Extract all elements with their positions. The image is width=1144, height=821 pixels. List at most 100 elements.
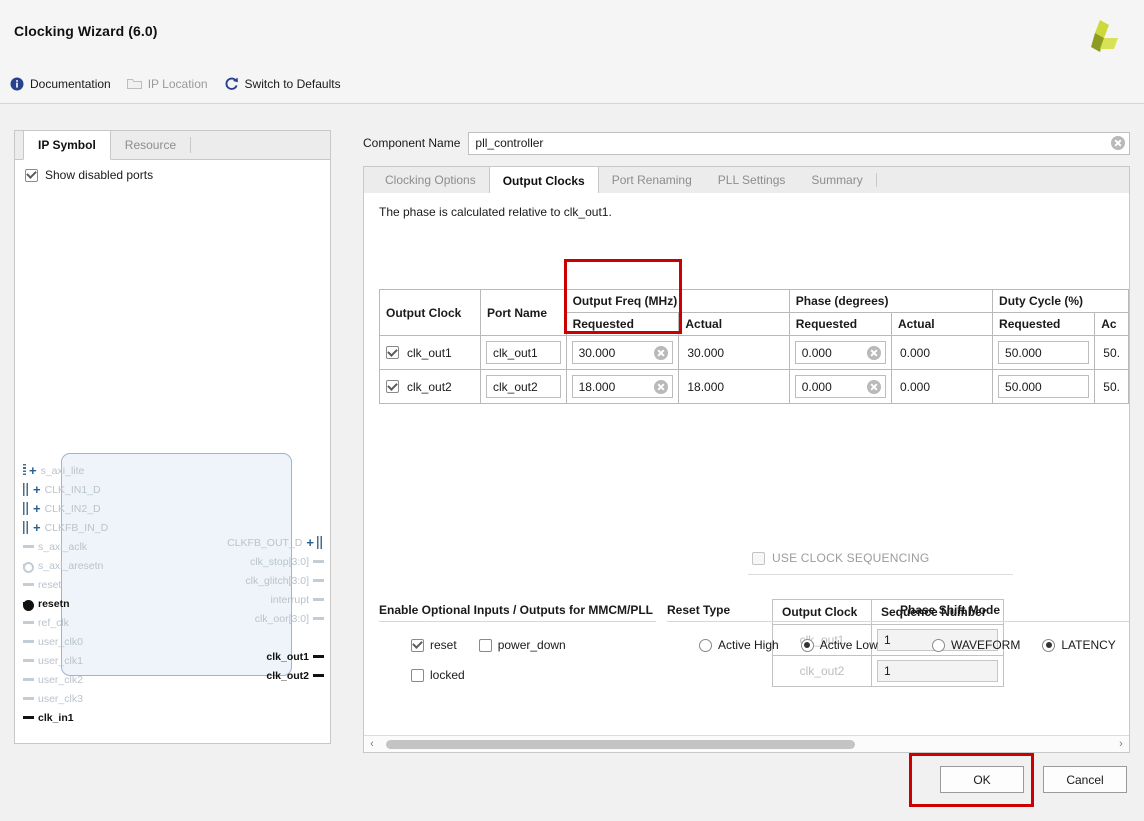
subcol-duty-actual: Ac <box>1094 312 1129 336</box>
port-clk-in1-d[interactable]: + CLK_IN1_D <box>23 480 101 499</box>
reset-type-active-high[interactable]: Active High <box>699 638 779 652</box>
clear-icon[interactable] <box>654 345 669 360</box>
seq-cell-number[interactable]: 1 <box>871 655 1004 687</box>
list-item: clk_out2 1 <box>772 655 1004 687</box>
cell-freq-requested[interactable]: 18.000 <box>565 369 680 404</box>
port-ref-clk[interactable]: ref_clk <box>23 613 69 632</box>
reset-type-active-high-radio[interactable] <box>699 638 712 652</box>
option-power-down-checkbox[interactable] <box>478 638 492 652</box>
bus-port-connector[interactable]: + <box>23 483 41 496</box>
option-locked[interactable]: locked <box>411 668 465 682</box>
phase-shift-latency[interactable]: LATENCY <box>1042 638 1116 652</box>
use-clock-sequencing-checkbox[interactable] <box>752 551 765 565</box>
cell-output-clock[interactable]: clk_out2 <box>379 369 481 404</box>
scroll-right-arrow[interactable]: › <box>1113 736 1129 753</box>
clear-icon[interactable] <box>1111 136 1125 150</box>
tab-summary[interactable]: Summary <box>798 167 875 193</box>
expand-icon[interactable]: + <box>33 483 41 496</box>
col-phase-group: Phase (degrees) <box>788 289 994 313</box>
cancel-button[interactable]: Cancel <box>1043 766 1127 793</box>
toolbar-item-switch-to-defaults[interactable]: Switch to Defaults <box>224 76 341 91</box>
scrollbar-thumb[interactable] <box>386 739 856 749</box>
option-power-down[interactable]: power_down <box>478 638 566 652</box>
toolbar-item-ip-location[interactable]: IP Location <box>126 77 208 91</box>
expand-icon[interactable]: + <box>33 502 41 515</box>
tab-port-renaming[interactable]: Port Renaming <box>599 167 705 193</box>
port-user-clk0[interactable]: user_clk0 <box>23 632 83 651</box>
port-user-clk3[interactable]: user_clk3 <box>23 689 83 708</box>
port-clk-oor-3-0-[interactable]: clk_oor[3:0] <box>255 609 324 628</box>
cell-output-clock[interactable]: clk_out1 <box>379 335 481 370</box>
bus-port-connector[interactable]: + <box>23 502 41 515</box>
show-disabled-ports-row[interactable]: Show disabled ports <box>25 168 153 182</box>
reset-type-active-low[interactable]: Active Low <box>800 638 878 652</box>
bus-port-connector[interactable]: + <box>23 521 41 534</box>
bus-port-connector[interactable]: + <box>23 464 37 477</box>
use-clock-sequencing-row[interactable]: USE CLOCK SEQUENCING <box>752 551 929 565</box>
phase-requested-input[interactable]: 0.000 <box>794 375 886 398</box>
tab-ip-symbol[interactable]: IP Symbol <box>23 131 111 160</box>
port-clkfb-out-d[interactable]: + CLKFB_OUT_D <box>227 533 324 552</box>
clear-icon[interactable] <box>866 379 881 394</box>
cell-port-name[interactable]: clk_out2 <box>479 369 567 404</box>
reset-type-active-low-radio[interactable] <box>800 638 814 652</box>
freq-requested-input[interactable]: 18.000 <box>571 375 674 398</box>
cell-phase-requested[interactable]: 0.000 <box>788 369 892 404</box>
tab-output-clocks[interactable]: Output Clocks <box>488 167 599 194</box>
tab-clocking-options[interactable]: Clocking Options <box>372 167 489 193</box>
phase-shift-waveform[interactable]: WAVEFORM <box>932 638 1020 652</box>
expand-icon[interactable]: + <box>29 464 37 477</box>
port-clk-in1[interactable]: clk_in1 <box>23 708 74 727</box>
cell-phase-requested[interactable]: 0.000 <box>788 335 892 370</box>
port-clk-out1[interactable]: clk_out1 <box>266 647 324 666</box>
component-name-input[interactable]: pll_controller <box>468 131 1130 155</box>
port-name-input[interactable]: clk_out1 <box>485 341 561 364</box>
bus-port-connector[interactable]: + <box>306 536 324 549</box>
scrollbar-track[interactable] <box>380 736 1113 753</box>
toolbar-item-documentation[interactable]: Documentation <box>10 77 111 91</box>
port-clk-out2[interactable]: clk_out2 <box>266 666 324 685</box>
duty-requested-input[interactable]: 50.000 <box>998 341 1090 364</box>
cell-duty-requested[interactable]: 50.000 <box>992 335 1096 370</box>
port-clk-stop-3-0-[interactable]: clk_stop[3:0] <box>250 552 324 571</box>
freq-requested-input[interactable]: 30.000 <box>571 341 674 364</box>
port-clk-in2-d[interactable]: + CLK_IN2_D <box>23 499 101 518</box>
horizontal-scrollbar[interactable]: ‹ › <box>364 735 1129 752</box>
option-locked-checkbox[interactable] <box>411 668 424 682</box>
clear-icon[interactable] <box>866 345 881 360</box>
clock-enable-checkbox[interactable] <box>386 380 399 393</box>
expand-icon[interactable]: + <box>33 521 41 534</box>
phase-shift-latency-radio[interactable] <box>1042 638 1056 652</box>
clear-icon[interactable] <box>654 379 669 394</box>
tab-pll-settings[interactable]: PLL Settings <box>705 167 799 193</box>
reset-type-active-low-label: Active Low <box>819 638 878 652</box>
port-interrupt[interactable]: interrupt <box>270 590 324 609</box>
tab-resource[interactable]: Resource <box>111 131 190 159</box>
phase-shift-waveform-radio[interactable] <box>932 638 945 652</box>
scroll-left-arrow[interactable]: ‹ <box>364 736 380 753</box>
port-reset[interactable]: reset <box>23 575 61 594</box>
port-clkfb-in-d[interactable]: + CLKFB_IN_D <box>23 518 108 537</box>
cell-port-name[interactable]: clk_out1 <box>479 335 567 370</box>
port-label: resetn <box>38 597 70 610</box>
port-s-axi-lite[interactable]: + s_axi_lite <box>23 461 84 480</box>
duty-requested-input[interactable]: 50.000 <box>998 375 1090 398</box>
port-s-axi-aclk[interactable]: s_axi_aclk <box>23 537 87 556</box>
port-name-input[interactable]: clk_out2 <box>485 375 561 398</box>
show-disabled-ports-checkbox[interactable] <box>25 168 38 182</box>
option-reset-checkbox[interactable] <box>411 638 424 652</box>
port-user-clk1[interactable]: user_clk1 <box>23 651 83 670</box>
sequence-number-input[interactable]: 1 <box>877 660 998 682</box>
clock-enable-checkbox[interactable] <box>386 346 399 359</box>
phase-requested-input[interactable]: 0.000 <box>794 341 886 364</box>
port-s-axi-aresetn[interactable]: s_axi_aresetn <box>23 556 103 575</box>
option-reset[interactable]: reset <box>411 638 457 652</box>
port-resetn[interactable]: resetn <box>23 594 70 613</box>
cell-freq-requested[interactable]: 30.000 <box>565 335 680 370</box>
port-clk-glitch-3-0-[interactable]: clk_glitch[3:0] <box>245 571 324 590</box>
sequencing-divider <box>748 574 1013 575</box>
expand-icon[interactable]: + <box>306 536 314 549</box>
cell-duty-requested[interactable]: 50.000 <box>992 369 1096 404</box>
ok-button[interactable]: OK <box>940 766 1024 793</box>
port-user-clk2[interactable]: user_clk2 <box>23 670 83 689</box>
